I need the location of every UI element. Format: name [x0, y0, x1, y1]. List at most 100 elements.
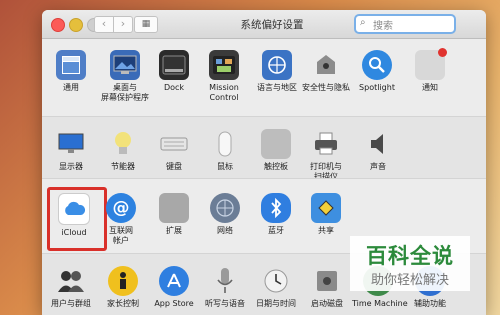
- pref-trackpad[interactable]: 触控板: [250, 129, 302, 172]
- general-icon: [56, 50, 86, 80]
- pref-printers-scanners[interactable]: 打印机与 扫描仪: [300, 129, 352, 182]
- pref-label: iCloud: [61, 228, 87, 237]
- pref-extensions[interactable]: 扩展: [148, 193, 200, 236]
- icloud-icon: [58, 193, 90, 225]
- search-field[interactable]: ⌕ 搜索: [354, 14, 456, 34]
- displays-icon: [56, 129, 86, 159]
- pref-dock[interactable]: Dock: [148, 50, 200, 93]
- sharing-icon: [311, 193, 341, 223]
- internet-accounts-icon: @: [106, 193, 136, 223]
- notifications-icon: [415, 48, 447, 80]
- mission-control-icon: [209, 50, 239, 80]
- pref-parental-controls[interactable]: 家长控制: [97, 266, 149, 309]
- pref-label: 安全性与隐私: [302, 83, 350, 92]
- pref-app-store[interactable]: App Store: [148, 266, 200, 309]
- watermark-title: 百科全说: [366, 244, 454, 268]
- pref-label: 扩展: [166, 226, 182, 235]
- show-all-button[interactable]: ▦: [134, 16, 158, 33]
- pref-bluetooth[interactable]: 蓝牙: [250, 193, 302, 236]
- language-region-icon: [262, 50, 292, 80]
- search-icon: ⌕: [360, 17, 366, 28]
- extensions-icon: [159, 193, 189, 223]
- pref-label: 桌面与: [113, 83, 137, 92]
- pref-label: 启动磁盘: [311, 299, 343, 308]
- pref-language-region[interactable]: 语言与地区: [251, 50, 303, 93]
- pref-spotlight[interactable]: Spotlight: [351, 50, 403, 93]
- pref-label: 鼠标: [217, 162, 233, 171]
- keyboard-icon: [159, 129, 189, 159]
- app-store-icon: [159, 266, 189, 296]
- search-placeholder: 搜索: [373, 21, 393, 32]
- hardware-row: 显示器 节能器 键盘 鼠标 触控板 打印机与 扫描仪 声音: [42, 116, 486, 182]
- energy-saver-icon: [108, 129, 138, 159]
- back-button[interactable]: ‹: [94, 16, 114, 33]
- pref-users-groups[interactable]: 用户与群组: [45, 266, 97, 309]
- dictation-speech-icon: [210, 266, 240, 296]
- watermark-subtitle: 助你轻松解决: [370, 273, 449, 288]
- pref-label: 网络: [217, 226, 233, 235]
- pref-label-line2: Control: [209, 93, 239, 102]
- dock-icon: [159, 50, 189, 80]
- pref-desktop-screensaver[interactable]: 桌面与 屏幕保护程序: [99, 50, 151, 103]
- pref-label-line2: 屏幕保护程序: [101, 93, 149, 102]
- pref-sound[interactable]: 声音: [352, 129, 404, 172]
- pref-keyboard[interactable]: 键盘: [148, 129, 200, 172]
- chevron-right-icon: ›: [120, 17, 126, 30]
- printers-icon: [311, 129, 341, 159]
- pref-startup-disk[interactable]: 启动磁盘: [301, 266, 353, 309]
- pref-label: 听写与语音: [205, 299, 245, 308]
- pref-label: 节能器: [111, 162, 135, 171]
- pref-mouse[interactable]: 鼠标: [199, 129, 251, 172]
- pref-date-time[interactable]: 日期与时间: [250, 266, 302, 309]
- pref-internet-accounts[interactable]: @ 互联网 帐户: [95, 193, 147, 246]
- pref-label: 用户与群组: [51, 299, 91, 308]
- title-bar: ‹ › ▦ 系统偏好设置 ⌕ 搜索: [42, 10, 486, 39]
- pref-label: 家长控制: [107, 299, 139, 308]
- pref-label: 蓝牙: [268, 226, 284, 235]
- pref-label: 键盘: [166, 162, 182, 171]
- pref-icloud[interactable]: iCloud: [48, 193, 100, 238]
- pref-label: Spotlight: [359, 83, 395, 92]
- pref-label: 互联网: [109, 226, 133, 235]
- pref-general[interactable]: 通用: [45, 50, 97, 93]
- pref-dictation-speech[interactable]: 听写与语音: [199, 266, 251, 309]
- pref-label: 触控板: [264, 162, 288, 171]
- watermark: 百科全说 助你轻松解决: [350, 236, 470, 291]
- pref-sharing[interactable]: 共享: [300, 193, 352, 236]
- close-button[interactable]: [51, 18, 65, 32]
- network-icon: [210, 193, 240, 223]
- pref-displays[interactable]: 显示器: [45, 129, 97, 172]
- sound-icon: [363, 129, 393, 159]
- pref-label: 声音: [370, 162, 386, 171]
- security-privacy-icon: [311, 50, 341, 80]
- startup-disk-icon: [312, 266, 342, 296]
- pref-label: App Store: [154, 299, 194, 308]
- pref-notifications[interactable]: 通知: [404, 48, 456, 93]
- pref-security-privacy[interactable]: 安全性与隐私: [300, 50, 352, 93]
- minimize-button[interactable]: [69, 18, 83, 32]
- pref-mission-control[interactable]: Mission Control: [198, 50, 250, 103]
- forward-button[interactable]: ›: [113, 16, 133, 33]
- personal-row: 通用 桌面与 屏幕保护程序 Dock Mission Control 语言与地区…: [42, 39, 486, 116]
- mouse-icon: [210, 129, 240, 159]
- pref-label: 共享: [318, 226, 334, 235]
- users-groups-icon: [56, 266, 86, 296]
- bluetooth-icon: [261, 193, 291, 223]
- pref-label: 打印机与: [310, 162, 342, 171]
- pref-label-line2: 帐户: [113, 236, 129, 245]
- spotlight-icon: [362, 50, 392, 80]
- grid-icon: ▦: [141, 19, 151, 29]
- desktop-icon: [110, 50, 140, 80]
- pref-label: Mission: [209, 83, 239, 92]
- pref-label: 日期与时间: [256, 299, 296, 308]
- date-time-icon: [261, 266, 291, 296]
- pref-label: Dock: [163, 83, 185, 92]
- trackpad-icon: [261, 129, 291, 159]
- pref-network[interactable]: 网络: [199, 193, 251, 236]
- pref-label: 显示器: [59, 162, 83, 171]
- pref-energy-saver[interactable]: 节能器: [97, 129, 149, 172]
- parental-controls-icon: [108, 266, 138, 296]
- chevron-left-icon: ‹: [101, 17, 107, 30]
- pref-label: Time Machine: [352, 299, 408, 308]
- pref-label: 通用: [63, 83, 79, 92]
